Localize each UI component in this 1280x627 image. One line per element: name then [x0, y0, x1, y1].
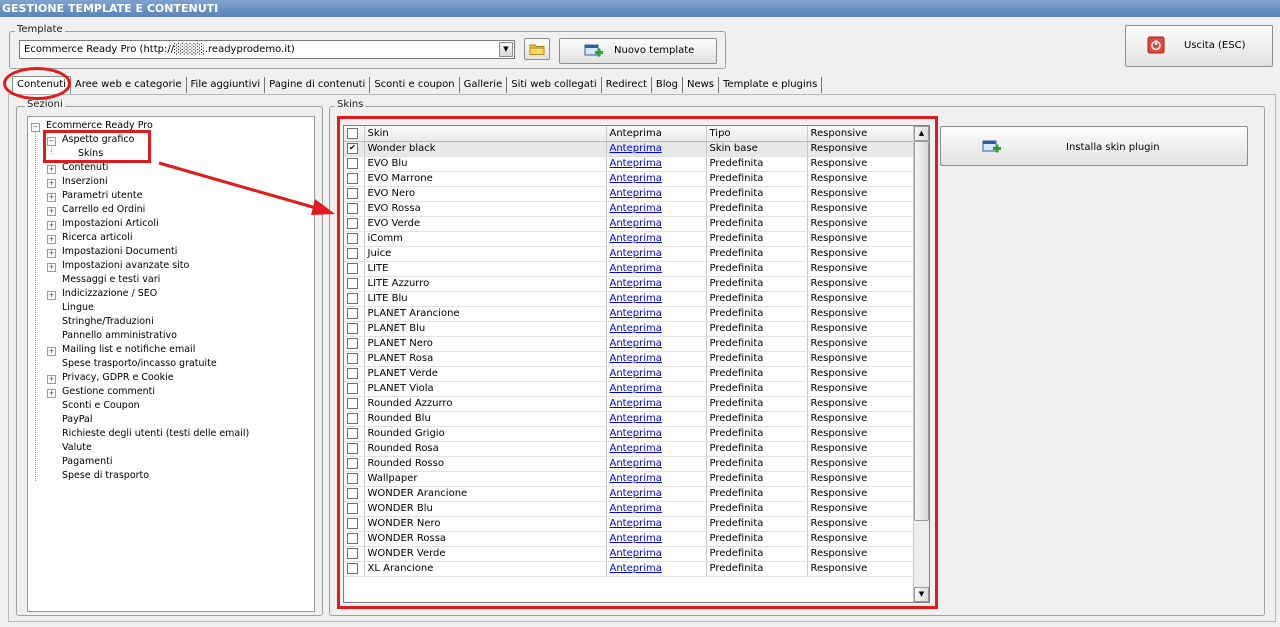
tab-aree-web[interactable]: Aree web e categorie — [71, 77, 187, 93]
open-folder-button[interactable] — [524, 38, 550, 60]
expand-icon[interactable]: + — [47, 207, 56, 216]
tab-bar: Contenuti Aree web e categorie File aggi… — [12, 76, 823, 94]
tree-item[interactable]: Contenuti — [62, 162, 108, 174]
annotation-box-skins — [43, 130, 151, 163]
tree-item[interactable]: Pagamenti — [62, 456, 112, 468]
tree-item[interactable]: Carrello ed Ordini — [62, 204, 145, 216]
annotation-arrow — [158, 161, 335, 215]
expand-icon[interactable]: + — [47, 375, 56, 384]
new-window-icon — [982, 140, 1001, 153]
tree-item[interactable]: Ricerca articoli — [62, 232, 132, 244]
skins-group-label: Skins — [335, 99, 366, 110]
new-template-label: Nuovo template — [614, 45, 695, 56]
exit-label: Uscita (ESC) — [1184, 40, 1246, 51]
tree-item[interactable]: Valute — [62, 442, 92, 454]
tree-item[interactable]: Gestione commenti — [62, 386, 155, 398]
tab-siti-collegati[interactable]: Siti web collegati — [507, 77, 602, 93]
expand-icon[interactable]: + — [47, 263, 56, 272]
expand-icon[interactable]: + — [47, 235, 56, 244]
expand-icon[interactable]: + — [47, 193, 56, 202]
install-skin-plugin-button[interactable]: Installa skin plugin — [940, 126, 1248, 166]
tab-pagine[interactable]: Pagine di contenuti — [265, 77, 371, 93]
tree-item[interactable]: Spese di trasporto — [62, 470, 149, 482]
tree-item[interactable]: Impostazioni Documenti — [62, 246, 177, 258]
tree-item[interactable]: Impostazioni Articoli — [62, 218, 159, 230]
power-icon — [1147, 36, 1165, 54]
tree-item[interactable]: Impostazioni avanzate sito — [62, 260, 189, 272]
tree-item[interactable]: Lingue — [62, 302, 94, 314]
tab-redirect[interactable]: Redirect — [602, 77, 652, 93]
expand-icon[interactable]: + — [47, 165, 56, 174]
tree-item[interactable]: PayPal — [62, 414, 93, 426]
sections-group-label: Sezioni — [25, 99, 65, 110]
tab-template-plugins[interactable]: Template e plugins — [719, 77, 823, 93]
annotation-oval — [3, 67, 71, 100]
expand-icon[interactable]: + — [47, 249, 56, 258]
expand-icon[interactable]: + — [47, 347, 56, 356]
tree-item[interactable]: Spese trasporto/incasso gratuite — [62, 358, 217, 370]
expand-icon[interactable]: + — [47, 291, 56, 300]
tree-item[interactable]: Stringhe/Traduzioni — [62, 316, 154, 328]
dropdown-arrow-icon[interactable]: ▼ — [499, 42, 513, 57]
new-window-icon — [584, 44, 603, 57]
expand-icon[interactable]: + — [47, 221, 56, 230]
window-title: GESTIONE TEMPLATE E CONTENUTI — [0, 0, 1280, 17]
exit-button[interactable]: Uscita (ESC) — [1125, 25, 1273, 67]
template-group-label: Template — [15, 24, 65, 35]
annotation-box-grid — [337, 116, 938, 609]
tree-guide-line — [35, 129, 36, 481]
tab-file-aggiuntivi[interactable]: File aggiuntivi — [187, 77, 266, 93]
tree-item[interactable]: Indicizzazione / SEO — [62, 288, 157, 300]
tab-news[interactable]: News — [683, 77, 720, 93]
tree-item[interactable]: Mailing list e notifiche email — [62, 344, 195, 356]
expand-icon[interactable]: + — [47, 179, 56, 188]
tree-item[interactable]: Inserzioni — [62, 176, 108, 188]
tab-sconti[interactable]: Sconti e coupon — [370, 77, 460, 93]
tree-item[interactable]: Sconti e Coupon — [62, 400, 140, 412]
install-skin-plugin-label: Installa skin plugin — [1066, 142, 1160, 153]
tree-item[interactable]: Privacy, GDPR e Cookie — [62, 372, 174, 384]
tree-item[interactable]: Richieste degli utenti (testi delle emai… — [62, 428, 249, 440]
tree-item[interactable]: Messaggi e testi vari — [62, 274, 160, 286]
folder-icon — [529, 44, 545, 55]
collapse-icon[interactable]: − — [31, 123, 40, 132]
tree-item[interactable]: Parametri utente — [62, 190, 142, 202]
template-select-value: Ecommerce Ready Pro (http://░░░░.readypr… — [24, 44, 295, 55]
tree-item[interactable]: Pannello amministrativo — [62, 330, 177, 342]
expand-icon[interactable]: + — [47, 389, 56, 398]
template-select[interactable]: Ecommerce Ready Pro (http://░░░░.readypr… — [19, 40, 515, 59]
tab-gallerie[interactable]: Gallerie — [460, 77, 508, 93]
tab-blog[interactable]: Blog — [652, 77, 683, 93]
new-template-button[interactable]: Nuovo template — [559, 38, 717, 64]
